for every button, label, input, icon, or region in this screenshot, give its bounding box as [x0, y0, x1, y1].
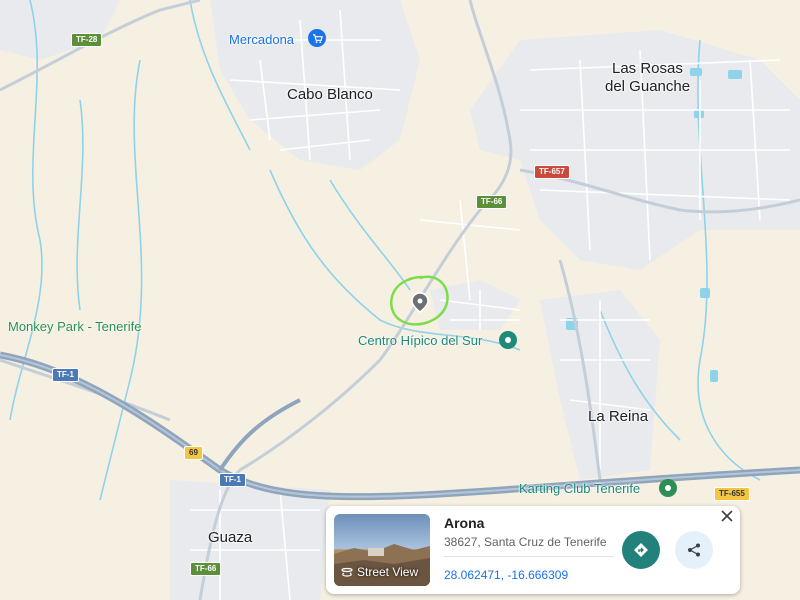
- poi-label-karting[interactable]: Karting Club Tenerife: [519, 481, 640, 496]
- place-address: 38627, Santa Cruz de Tenerife: [444, 535, 607, 549]
- road-shield-tf657: TF-657: [534, 165, 570, 179]
- road-shield-tf1-west: TF-1: [52, 368, 79, 382]
- place-label-del-guanche[interactable]: del Guanche: [605, 78, 690, 95]
- place-info-card: Street View Arona 38627, Santa Cruz de T…: [326, 506, 740, 594]
- place-label-guaza[interactable]: Guaza: [208, 529, 252, 546]
- road-shield-exit69: 69: [184, 446, 203, 460]
- place-coordinates[interactable]: 28.062471, -16.666309: [444, 568, 568, 582]
- shopping-cart-icon[interactable]: [308, 29, 326, 47]
- road-shield-tf1-south: TF-1: [219, 473, 246, 487]
- place-label-las-rosas[interactable]: Las Rosas: [612, 60, 683, 77]
- poi-label-monkey-park[interactable]: Monkey Park - Tenerife: [8, 319, 141, 334]
- share-button[interactable]: [675, 531, 713, 569]
- road-shield-tf28: TF-28: [71, 33, 103, 47]
- directions-icon: [634, 543, 648, 557]
- poi-marker-karting[interactable]: [659, 479, 677, 497]
- street-view-thumbnail[interactable]: Street View: [334, 514, 430, 586]
- road-shield-tf655: TF-655: [714, 487, 750, 501]
- street-view-icon: [341, 567, 353, 577]
- close-icon: [721, 510, 733, 522]
- place-label-cabo-blanco[interactable]: Cabo Blanco: [287, 86, 373, 103]
- road-shield-tf66-north: TF-66: [476, 195, 508, 209]
- share-icon: [688, 543, 700, 557]
- poi-marker-centro-hipico[interactable]: [499, 331, 517, 349]
- poi-label-mercadona[interactable]: Mercadona: [229, 32, 294, 47]
- street-view-label[interactable]: Street View: [340, 565, 418, 579]
- card-divider: [444, 556, 614, 557]
- place-title: Arona: [444, 515, 485, 531]
- directions-button[interactable]: [622, 531, 660, 569]
- poi-label-centro-hipico[interactable]: Centro Hípico del Sur: [358, 333, 482, 348]
- street-view-text: Street View: [357, 565, 419, 579]
- road-shield-tf66-south: TF-66: [190, 562, 222, 576]
- place-label-la-reina[interactable]: La Reina: [588, 408, 648, 425]
- close-button[interactable]: [721, 509, 733, 527]
